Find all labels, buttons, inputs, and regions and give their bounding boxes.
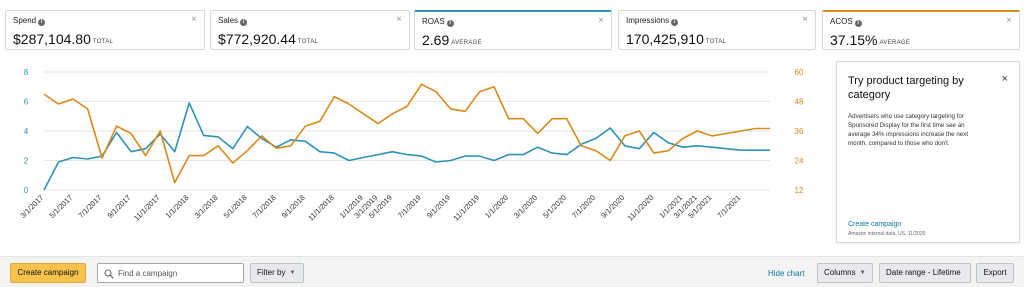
metric-card-acos[interactable]: ACOS i × 37.15% AVERAGE [822, 10, 1020, 50]
info-icon: i [38, 19, 46, 26]
metric-label: ROAS i [422, 17, 454, 27]
campaign-toolbar: Create campaign Filter by▼ Hide chart Co… [0, 256, 1024, 287]
left-axis-tick: 6 [24, 98, 29, 107]
metric-unit: TOTAL [297, 39, 319, 45]
filter-by-label: Filter by [257, 268, 286, 277]
filter-by-button[interactable]: Filter by ▼ [250, 263, 304, 283]
metric-unit: TOTAL [705, 39, 727, 45]
hide-chart-link[interactable]: Hide chart [768, 269, 804, 278]
metric-value: $772,920.44 TOTAL [218, 31, 319, 47]
close-icon[interactable]: × [191, 14, 197, 25]
x-axis-tick: 5/1/2020 [541, 193, 568, 220]
x-axis-tick: 3/1/2017 [18, 193, 45, 220]
x-axis-tick: 5/1/2017 [47, 193, 74, 220]
metric-value: $287,104.80 TOTAL [13, 31, 114, 47]
left-axis-tick: 8 [24, 68, 29, 77]
x-axis-tick: 7/1/2018 [251, 193, 278, 220]
metric-card-roas[interactable]: ROAS i × 2.69 AVERAGE [414, 10, 612, 50]
info-icon: i [671, 19, 679, 26]
close-icon[interactable]: × [1002, 73, 1008, 85]
left-axis-tick: 4 [24, 127, 29, 136]
metric-value: 2.69 AVERAGE [422, 32, 482, 48]
x-axis-tick: 9/1/2020 [599, 193, 626, 220]
x-axis-tick: 7/1/2019 [396, 193, 423, 220]
promo-title: Try product targeting by category [848, 75, 964, 101]
info-icon: i [240, 19, 248, 26]
metric-value: 37.15% AVERAGE [830, 32, 911, 48]
export-button[interactable]: Export [976, 263, 1014, 283]
right-axis-tick: 24 [795, 157, 804, 166]
search-box[interactable] [97, 263, 244, 283]
metric-value: 170,425,910 TOTAL [626, 31, 727, 47]
metric-card-spend[interactable]: Spend i × $287,104.80 TOTAL [5, 10, 205, 50]
x-axis-tick: 3/1/2018 [193, 193, 220, 220]
left-axis-tick: 0 [24, 186, 29, 195]
x-axis-tick: 9/1/2019 [425, 193, 452, 220]
metric-card-impressions[interactable]: Impressions i × 170,425,910 TOTAL [618, 10, 816, 50]
x-axis-tick: 11/1/2018 [306, 193, 336, 223]
right-axis-tick: 60 [795, 68, 804, 77]
metric-unit: AVERAGE [879, 40, 911, 46]
close-icon[interactable]: × [598, 15, 604, 26]
close-icon[interactable]: × [1006, 15, 1012, 26]
x-axis-tick: 7/1/2017 [76, 193, 103, 220]
metric-unit: AVERAGE [451, 40, 482, 46]
x-axis-tick: 11/1/2019 [451, 193, 481, 223]
promo-footnote: Amazon internal data, US, 11/2020 [848, 231, 926, 237]
right-axis-tick: 12 [795, 186, 804, 195]
right-axis-tick: 36 [795, 127, 804, 136]
performance-chart: 0 2 4 6 8 12 24 36 48 60 3/1/2017 5/1/2017 7/1/2017 9… [0, 58, 830, 248]
info-icon: i [446, 20, 454, 27]
metric-label: Impressions i [626, 16, 679, 26]
x-axis-tick: 9/1/2017 [106, 193, 133, 220]
columns-button[interactable]: Columns ▼ [817, 263, 873, 283]
metric-label: Sales i [218, 16, 248, 26]
promo-panel: Try product targeting by category × Adve… [836, 61, 1020, 243]
x-axis-tick: 3/1/2020 [512, 193, 539, 220]
create-campaign-link[interactable]: Create campaign [848, 221, 901, 228]
x-axis-tick: 9/1/2018 [280, 193, 307, 220]
search-input[interactable] [118, 266, 238, 280]
right-axis-tick: 48 [795, 98, 804, 107]
chevron-down-icon: ▼ [859, 270, 866, 276]
chevron-down-icon: ▼ [289, 270, 296, 276]
x-axis-tick: 11/1/2017 [132, 193, 162, 223]
close-icon[interactable]: × [396, 14, 402, 25]
left-axis-tick: 2 [24, 157, 29, 166]
metric-unit: TOTAL [92, 39, 114, 45]
metric-label: Spend i [13, 16, 46, 26]
series-line-acos [43, 83, 770, 184]
x-axis-tick: 7/1/2021 [715, 193, 742, 220]
x-axis-tick: 1/1/2020 [483, 193, 510, 220]
info-icon: i [854, 20, 862, 27]
series-line-roas [43, 102, 770, 191]
search-icon [104, 269, 114, 279]
create-campaign-button[interactable]: Create campaign [10, 263, 86, 283]
date-range-button[interactable]: Date range - Lifetime [879, 263, 971, 283]
promo-body: Advertisers who use category targeting f… [848, 113, 969, 147]
metric-label: ACOS i [830, 17, 862, 27]
x-axis-tick: 7/1/2020 [570, 193, 597, 220]
chart-svg: 0246812243648603/1/2017 5/1/2017 7/1/2017 9… [18, 68, 804, 223]
columns-label: Columns [824, 268, 856, 277]
close-icon[interactable]: × [802, 14, 808, 25]
x-axis-tick: 5/1/2018 [222, 193, 249, 220]
metric-card-sales[interactable]: Sales i × $772,920.44 TOTAL [210, 10, 410, 50]
x-axis-tick: 1/1/2018 [164, 193, 191, 220]
x-axis-tick: 11/1/2020 [626, 193, 656, 223]
